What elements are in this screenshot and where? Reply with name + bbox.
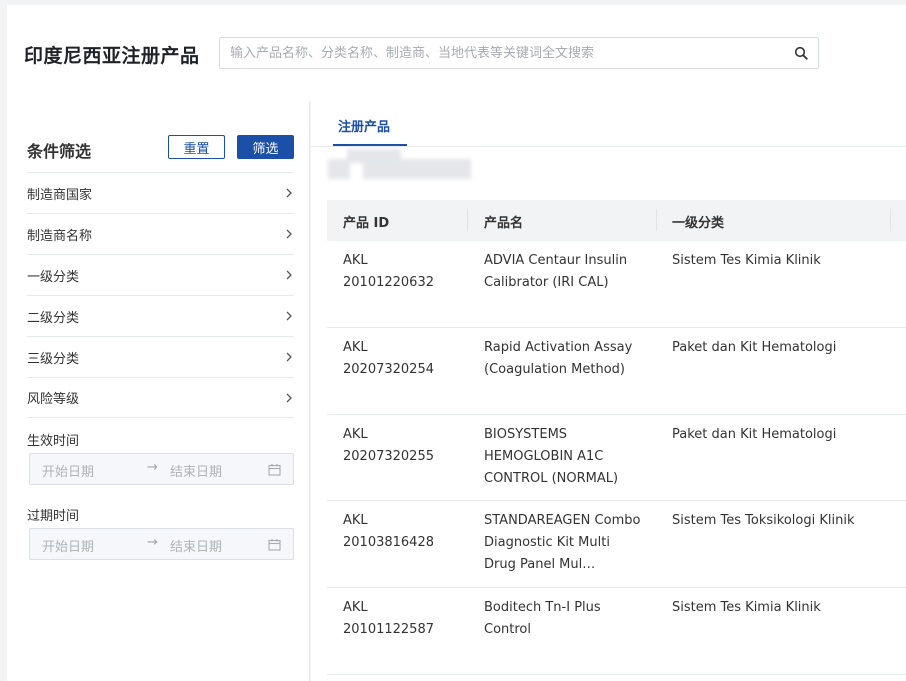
product-id-cell: AKL 20103816428: [343, 510, 463, 554]
category-cell: Paket dan Kit Hematologi: [672, 427, 837, 442]
end-date-input[interactable]: 结束日期: [170, 461, 222, 480]
product-name-cell[interactable]: ADVIA Centaur Insulin Calibrator (IRI CA…: [484, 250, 644, 294]
column-divider: [890, 209, 891, 231]
filter-title: 条件筛选: [27, 142, 92, 161]
range-arrow-icon: →: [147, 535, 158, 550]
product-name-cell[interactable]: Boditech Tn-I Plus Control: [484, 597, 644, 641]
product-id-prefix: AKL: [343, 340, 368, 355]
filter-item-manufacturer-name[interactable]: 制造商名称: [27, 213, 294, 254]
chevron-right-icon: [286, 311, 292, 321]
calendar-icon[interactable]: [268, 538, 281, 551]
effective-date-label: 生效时间: [27, 434, 80, 449]
filter-item-risk-level[interactable]: 风险等级: [27, 377, 294, 418]
product-id-prefix: AKL: [343, 253, 368, 268]
chevron-right-icon: [286, 393, 292, 402]
product-id-prefix: AKL: [343, 513, 368, 528]
product-id-number: 20101122587: [343, 622, 434, 637]
filter-sidebar: 条件筛选 重置 筛选 制造商国家 制造商名称 一级分类 二级分类 三级分类 风险…: [7, 101, 310, 681]
category-cell: Sistem Tes Toksikologi Klinik: [672, 513, 855, 528]
chevron-right-icon: [286, 229, 292, 239]
filter-item-level3-category[interactable]: 三级分类: [27, 336, 294, 377]
main-content: 注册产品 产品 ID 产品名 一级分类 AKL 20101220632 ADVI…: [311, 101, 906, 681]
start-date-input[interactable]: 开始日期: [42, 536, 94, 555]
product-id-cell: AKL 20207320254: [343, 337, 463, 381]
product-id-cell: AKL 20101122587: [343, 597, 463, 641]
page-title: 印度尼西亚注册产品: [24, 45, 200, 67]
product-id-number: 20103816428: [343, 535, 434, 550]
column-header-category: 一级分类: [672, 216, 725, 231]
chevron-right-icon: [286, 352, 292, 362]
end-date-input[interactable]: 结束日期: [170, 536, 222, 555]
tab-divider: [311, 146, 906, 147]
category-cell: Sistem Tes Kimia Klinik: [672, 600, 821, 615]
expiry-date-range[interactable]: 开始日期 → 结束日期: [29, 528, 294, 560]
products-table: 产品 ID 产品名 一级分类 AKL 20101220632 ADVIA Cen…: [327, 200, 906, 675]
reset-button[interactable]: 重置: [168, 135, 225, 159]
product-id-prefix: AKL: [343, 600, 368, 615]
column-divider: [656, 209, 657, 231]
filter-item-label: 三级分类: [27, 351, 80, 367]
filter-item-label: 风险等级: [27, 392, 80, 407]
search-input[interactable]: [230, 38, 780, 68]
product-id-number: 20207320255: [343, 449, 434, 464]
filter-item-level2-category[interactable]: 二级分类: [27, 295, 294, 336]
chevron-right-icon: [286, 270, 292, 280]
table-row[interactable]: AKL 20101122587 Boditech Tn-I Plus Contr…: [327, 588, 906, 675]
filter-list: 制造商国家 制造商名称 一级分类 二级分类 三级分类 风险等级: [27, 172, 294, 418]
table-row[interactable]: AKL 20101220632 ADVIA Centaur Insulin Ca…: [327, 241, 906, 328]
product-id-cell: AKL 20101220632: [343, 250, 463, 294]
blurred-content: [363, 159, 471, 179]
filter-button[interactable]: 筛选: [237, 135, 294, 159]
effective-date-range[interactable]: 开始日期 → 结束日期: [29, 453, 294, 485]
search-icon[interactable]: [794, 46, 808, 60]
product-id-number: 20207320254: [343, 362, 434, 377]
expiry-date-label: 过期时间: [27, 509, 80, 524]
filter-item-label: 制造商国家: [27, 187, 93, 203]
start-date-input[interactable]: 开始日期: [42, 461, 94, 480]
column-divider: [467, 209, 468, 231]
product-name-cell[interactable]: Rapid Activation Assay (Coagulation Meth…: [484, 337, 644, 381]
column-header-product-id: 产品 ID: [343, 216, 390, 231]
category-cell: Paket dan Kit Hematologi: [672, 340, 837, 355]
table-row[interactable]: AKL 20207320255 BIOSYSTEMS HEMOGLOBIN A1…: [327, 415, 906, 501]
product-name-cell[interactable]: BIOSYSTEMS HEMOGLOBIN A1C CONTROL (NORMA…: [484, 424, 644, 490]
filter-item-label: 制造商名称: [27, 228, 93, 244]
category-cell: Sistem Tes Kimia Klinik: [672, 253, 821, 268]
tab-registered-products[interactable]: 注册产品: [338, 116, 390, 135]
product-id-cell: AKL 20207320255: [343, 424, 463, 468]
calendar-icon[interactable]: [268, 463, 281, 476]
chevron-right-icon: [286, 188, 292, 198]
product-id-number: 20101220632: [343, 275, 434, 290]
page-header: 印度尼西亚注册产品: [7, 5, 906, 101]
product-name-cell[interactable]: STANDAREAGEN Combo Diagnostic Kit Multi …: [484, 510, 644, 576]
table-row[interactable]: AKL 20103816428 STANDAREAGEN Combo Diagn…: [327, 501, 906, 588]
table-header: 产品 ID 产品名 一级分类: [327, 200, 906, 241]
column-header-product-name: 产品名: [484, 216, 524, 231]
filter-item-manufacturer-country[interactable]: 制造商国家: [27, 172, 294, 213]
search-box[interactable]: [219, 37, 819, 69]
product-id-prefix: AKL: [343, 427, 368, 442]
filter-item-level1-category[interactable]: 一级分类: [27, 254, 294, 295]
filter-item-label: 一级分类: [27, 269, 80, 285]
table-row[interactable]: AKL 20207320254 Rapid Activation Assay (…: [327, 328, 906, 415]
filter-item-label: 二级分类: [27, 310, 80, 326]
range-arrow-icon: →: [147, 460, 158, 475]
